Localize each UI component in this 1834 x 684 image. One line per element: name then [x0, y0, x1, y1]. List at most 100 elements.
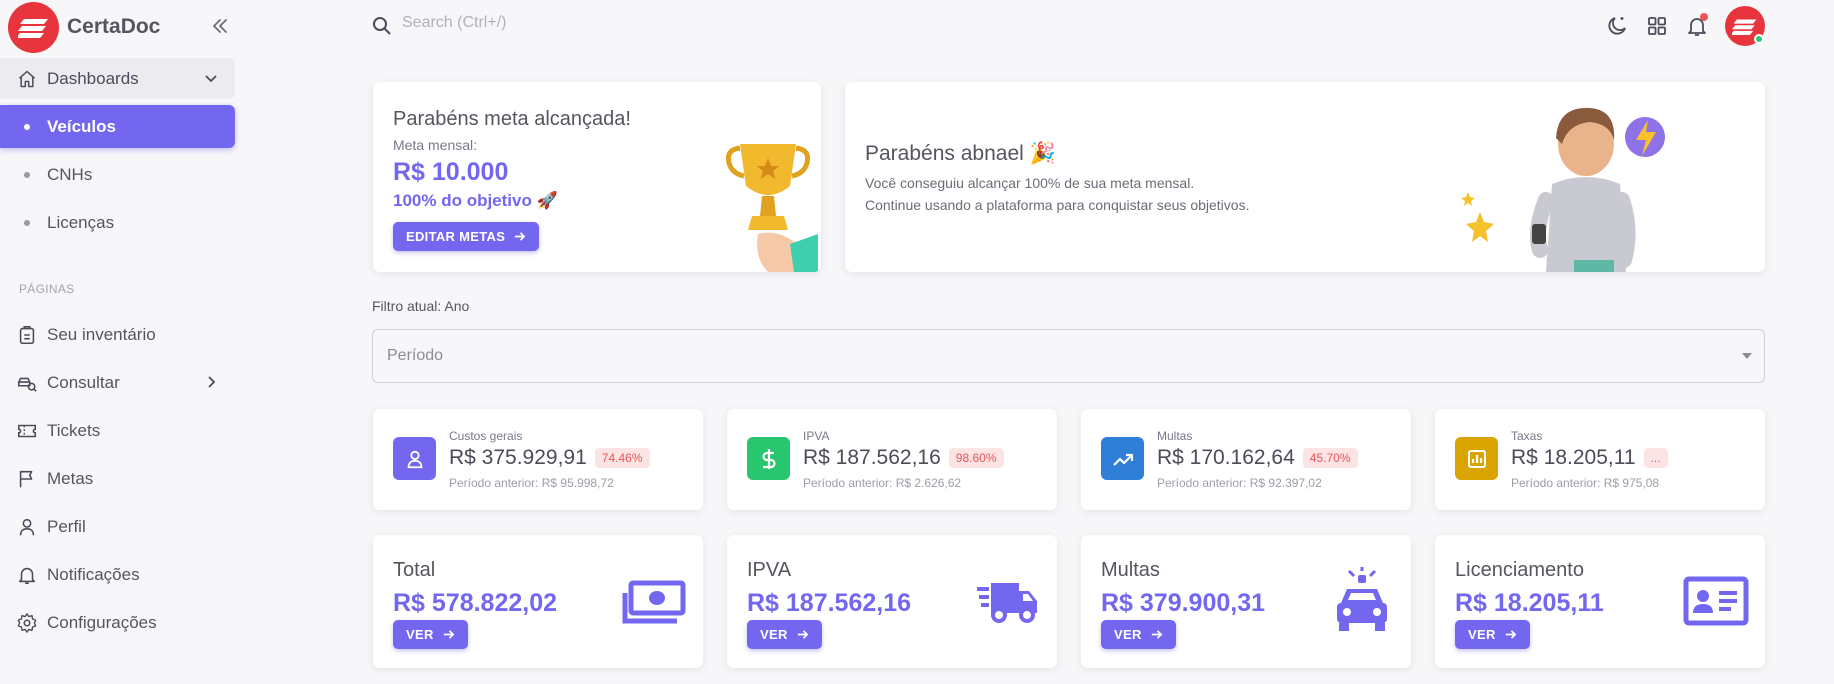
total-value: R$ 578.822,02	[393, 589, 558, 617]
collapse-sidebar-icon[interactable]	[210, 16, 230, 36]
sidebar-item-label: Perfil	[47, 517, 86, 536]
period-select-value: Período	[387, 347, 444, 364]
arrow-right-icon	[1151, 630, 1162, 639]
total-card-total: Total R$ 578.822,02 VER	[373, 535, 703, 668]
caret-down-icon	[1742, 353, 1752, 359]
filter-label: Filtro atual: Ano	[372, 298, 470, 314]
button-label: VER	[406, 627, 434, 642]
logo-icon	[1732, 19, 1757, 35]
sidebar-item-perfil[interactable]: Perfil	[0, 507, 235, 547]
trending-up-icon	[1101, 437, 1144, 480]
period-select[interactable]: Período	[372, 329, 1765, 383]
stat-label: IPVA	[803, 429, 830, 443]
stat-label: Multas	[1157, 429, 1193, 443]
edit-goals-button[interactable]: EDITAR METAS	[393, 222, 540, 251]
total-value: R$ 187.562,16	[747, 589, 912, 617]
congrats-card: Parabéns meta alcançada! Meta mensal: R$…	[373, 82, 821, 272]
flag-icon	[19, 470, 33, 488]
stat-value: R$ 187.562,16 98.60%	[803, 446, 1004, 470]
chevron-right-icon	[208, 376, 216, 388]
stat-card-ipva: IPVA R$ 187.562,16 98.60% Período anteri…	[727, 409, 1057, 510]
total-label: Total	[393, 559, 436, 581]
total-card-multas: Multas R$ 379.900,31 VER	[1081, 535, 1411, 668]
grid-icon[interactable]	[1645, 14, 1669, 38]
stat-label: Custos gerais	[449, 429, 523, 443]
sidebar-item-label: Notificações	[47, 565, 140, 584]
button-label: VER	[1468, 627, 1496, 642]
sidebar-item-label: Licenças	[47, 212, 115, 232]
gear-icon	[17, 613, 37, 633]
user-icon	[19, 518, 35, 536]
sidebar-item-inventario[interactable]: Seu inventário	[0, 315, 235, 355]
stat-amount: R$ 170.162,64	[1157, 446, 1295, 469]
stat-previous: Período anterior: R$ 95.998,72	[449, 476, 614, 490]
total-value: R$ 18.205,11	[1455, 589, 1604, 617]
nav-group-dashboards[interactable]: Dashboards	[0, 58, 235, 99]
user-icon	[393, 437, 436, 480]
sidebar-item-label: Seu inventário	[47, 325, 156, 344]
congrats-subtitle: Meta mensal:	[393, 137, 478, 153]
total-label: IPVA	[747, 559, 792, 581]
bell-icon	[18, 567, 36, 585]
bullet-icon	[24, 124, 30, 130]
stat-previous: Período anterior: R$ 2.626,62	[803, 476, 962, 490]
home-icon	[19, 70, 35, 87]
ticket-icon	[17, 424, 37, 438]
sidebar-item-label: Metas	[47, 469, 94, 488]
stat-card-custos-gerais: Custos gerais R$ 375.929,91 74.46% Perío…	[373, 409, 703, 510]
police-car-icon	[1337, 567, 1387, 631]
sidebar-item-notificacoes[interactable]: Notificações	[0, 555, 235, 595]
stat-value: R$ 18.205,11 ...	[1511, 446, 1668, 470]
money-icon	[622, 580, 686, 624]
total-label: Multas	[1101, 559, 1160, 581]
moon-icon[interactable]	[1605, 14, 1629, 38]
sidebar-item-configuracoes[interactable]: Configurações	[0, 603, 235, 643]
person-illustration	[1461, 107, 1665, 272]
sidebar-item-cnhs[interactable]: CNHs	[0, 153, 235, 196]
stat-card-taxas: Taxas R$ 18.205,11 ... Período anterior:…	[1435, 409, 1765, 510]
ver-button[interactable]: VER	[1455, 620, 1530, 649]
sidebar-item-tickets[interactable]: Tickets	[0, 411, 235, 451]
bullet-icon	[24, 220, 30, 226]
sidebar-item-label: Tickets	[47, 421, 101, 440]
nav-group-label: Dashboards	[47, 68, 139, 88]
logo-icon	[8, 1, 59, 53]
congrats-amount: R$ 10.000	[393, 158, 509, 186]
search-input[interactable]	[402, 14, 702, 32]
trophy-illustration	[725, 144, 818, 272]
inventory-icon	[19, 325, 35, 345]
button-label: VER	[760, 627, 788, 642]
ver-button[interactable]: VER	[747, 620, 822, 649]
stat-badge: 45.70%	[1302, 448, 1358, 468]
online-status-dot	[1754, 34, 1764, 44]
sidebar-item-consultar[interactable]: Consultar	[0, 363, 235, 403]
ver-button[interactable]: VER	[393, 620, 468, 649]
arrow-right-icon	[443, 630, 454, 639]
ver-button[interactable]: VER	[1101, 620, 1176, 649]
sidebar-item-label: Consultar	[47, 373, 120, 392]
search-icon[interactable]	[372, 16, 392, 36]
sidebar-item-label: Configurações	[47, 613, 157, 632]
congrats-title: Parabéns meta alcançada!	[393, 108, 631, 130]
search-car-icon	[17, 377, 37, 392]
stat-badge: ...	[1643, 448, 1668, 468]
sidebar-item-label: CNHs	[47, 164, 93, 184]
welcome-line-1: Você conseguiu alcançar 100% de sua meta…	[865, 175, 1195, 191]
truck-icon	[977, 583, 1037, 623]
total-value: R$ 379.900,31	[1101, 589, 1266, 617]
stat-previous: Período anterior: R$ 92.397,02	[1157, 476, 1322, 490]
stat-previous: Período anterior: R$ 975,08	[1511, 476, 1660, 490]
sidebar-item-label: Veículos	[47, 116, 116, 136]
sidebar-item-metas[interactable]: Metas	[0, 459, 235, 499]
brand[interactable]: CertaDoc	[8, 1, 160, 53]
welcome-title: Parabéns abnael 🎉	[865, 142, 1056, 165]
notification-badge	[1700, 13, 1708, 21]
brand-name: CertaDoc	[67, 15, 161, 38]
chart-icon	[1455, 437, 1498, 480]
sidebar-item-licencas[interactable]: Licenças	[0, 201, 235, 244]
stat-badge: 74.46%	[594, 448, 650, 468]
section-title-paginas: PÁGINAS	[19, 282, 75, 296]
stat-badge: 98.60%	[948, 448, 1004, 468]
sidebar-item-veiculos[interactable]: Veículos	[0, 105, 235, 148]
button-label: VER	[1114, 627, 1142, 642]
